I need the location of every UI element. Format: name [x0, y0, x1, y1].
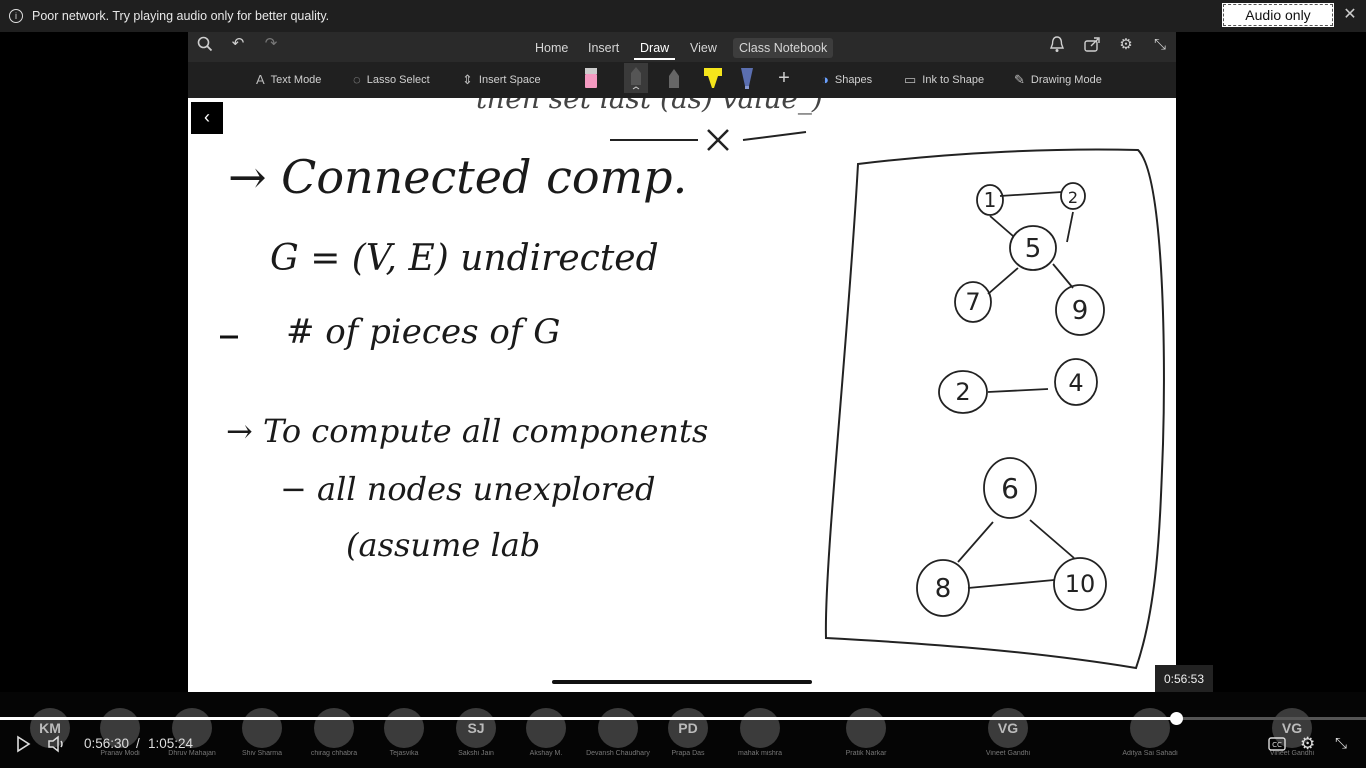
ribbon: ↶ ↷ Home Insert Draw View Class Notebook…: [188, 32, 1176, 98]
graph-node: 7: [965, 288, 980, 316]
pen-eraser[interactable]: [583, 66, 599, 90]
lasso-select-button[interactable]: ◌ Lasso Select: [353, 70, 430, 90]
network-banner: i Poor network. Try playing audio only f…: [0, 0, 1366, 32]
eraser-body-icon: [585, 74, 597, 88]
collapse-icon[interactable]: ⤡: [1149, 35, 1171, 55]
notebook-canvas[interactable]: ‹ then set last (as) value_) → Connected…: [188, 98, 1176, 692]
pen-selected-slot[interactable]: [624, 63, 648, 93]
dash-mark: [220, 335, 238, 339]
graph-node: 4: [1068, 369, 1083, 397]
network-message: Poor network. Try playing audio only for…: [32, 9, 330, 23]
note-line-compute: → To compute all components: [226, 412, 709, 450]
insert-space-label: Insert Space: [478, 74, 541, 86]
note-line-assume: (assume lab: [346, 526, 541, 564]
drawing-mode-icon: ✎: [1014, 72, 1025, 87]
note-line-unexplored: − all nodes unexplored: [280, 470, 656, 508]
shapes-icon: ◑: [821, 72, 829, 87]
tab-home[interactable]: Home: [529, 38, 574, 58]
exit-fullscreen-icon[interactable]: ⤡: [1335, 730, 1347, 758]
graph-node: 9: [1072, 296, 1089, 326]
redo-icon[interactable]: ↷: [261, 34, 281, 54]
note-line-pieces: # of pieces of G: [286, 312, 561, 352]
graph-node: 10: [1065, 570, 1096, 598]
tab-view[interactable]: View: [684, 38, 723, 58]
highlighter-yellow[interactable]: [702, 66, 722, 90]
back-button[interactable]: ‹: [191, 102, 223, 134]
note-line-graph-def: G = (V, E) undirected: [270, 238, 659, 279]
graph-node: 6: [1001, 472, 1019, 505]
lasso-icon: ◌: [353, 72, 361, 87]
share-icon[interactable]: [1081, 35, 1103, 59]
graph-node: 1: [984, 188, 997, 212]
seek-time-tooltip: 0:56:53: [1155, 665, 1213, 693]
graph-node: 5: [1025, 234, 1042, 264]
shared-screen: ↶ ↷ Home Insert Draw View Class Notebook…: [188, 32, 1176, 692]
insert-space-button[interactable]: ⇕ Insert Space: [462, 70, 541, 90]
bell-icon[interactable]: [1046, 35, 1068, 59]
info-icon: i: [9, 9, 23, 23]
captions-icon[interactable]: CC: [1268, 730, 1286, 761]
insert-space-icon: ⇕: [462, 72, 473, 87]
ink-to-shape-button[interactable]: ▭ Ink to Shape: [904, 70, 984, 90]
note-heading: → Connected comp.: [228, 150, 688, 204]
graph-node: 8: [935, 574, 952, 604]
svg-text:CC: CC: [1272, 741, 1282, 749]
draw-toolbar: A Text Mode ◌ Lasso Select ⇕ Insert Spac…: [188, 62, 1176, 98]
lasso-select-label: Lasso Select: [366, 74, 430, 86]
current-time: 0:56:30: [84, 736, 130, 751]
drawing-mode-button[interactable]: ✎ Drawing Mode: [1014, 70, 1102, 90]
text-mode-icon: A: [256, 72, 265, 87]
seek-bar[interactable]: [0, 712, 1366, 725]
settings-gear-icon[interactable]: ⚙: [1300, 730, 1315, 758]
graph-node: 2: [955, 378, 970, 406]
graph-node: 2: [1068, 188, 1078, 207]
undo-icon[interactable]: ↶: [228, 34, 248, 54]
settings-icon[interactable]: ⚙: [1115, 35, 1137, 55]
tab-class-notebook[interactable]: Class Notebook: [733, 38, 834, 58]
shapes-button[interactable]: ◑ Shapes: [821, 70, 872, 90]
player-controls: 0:56:30 / 1:05:24 CC ⚙ ⤡: [0, 730, 1366, 758]
play-icon[interactable]: [14, 730, 32, 763]
shapes-label: Shapes: [834, 74, 873, 86]
ink-to-shape-icon: ▭: [904, 72, 917, 87]
audio-only-button[interactable]: Audio only: [1222, 3, 1334, 27]
ink-to-shape-label: Ink to Shape: [922, 74, 985, 86]
note-top-partial: then set last (as) value_): [476, 98, 823, 115]
pen-gray[interactable]: [666, 66, 682, 90]
volume-icon[interactable]: [47, 730, 67, 763]
time-separator: /: [136, 736, 140, 751]
text-mode-button[interactable]: A Text Mode: [256, 70, 321, 90]
pen-blue[interactable]: [738, 66, 754, 90]
ribbon-tabs-row: ↶ ↷ Home Insert Draw View Class Notebook…: [188, 32, 1176, 62]
tab-insert[interactable]: Insert: [582, 38, 625, 58]
total-time: 1:05:24: [148, 736, 194, 751]
close-icon[interactable]: ✕: [1342, 6, 1358, 24]
seek-bar-fill: [0, 717, 1177, 720]
drawing-mode-label: Drawing Mode: [1030, 74, 1102, 86]
text-mode-label: Text Mode: [270, 74, 322, 86]
add-pen-icon[interactable]: +: [773, 68, 795, 88]
graph-drawing: 1 2 5 7 9 2 4 6 8 10: [824, 148, 1165, 670]
tab-draw[interactable]: Draw: [634, 38, 676, 60]
canvas-scroll-handle[interactable]: [552, 680, 812, 684]
search-icon[interactable]: [196, 36, 214, 58]
